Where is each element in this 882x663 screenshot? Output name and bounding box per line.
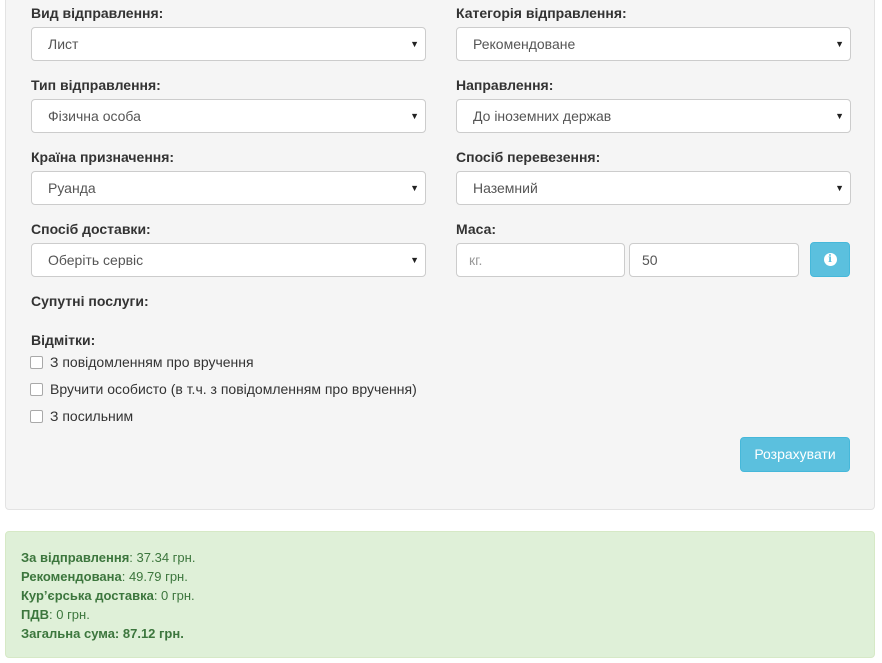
transport-method-select[interactable]: Наземний ▼: [456, 171, 851, 205]
shipment-category-label: Категорія відправлення:: [456, 5, 627, 21]
direction-value: До іноземних держав: [473, 108, 612, 124]
shipment-type-value: Лист: [48, 36, 79, 52]
courier-label: З посильним: [50, 408, 134, 424]
sender-type-select[interactable]: Фізична особа ▼: [31, 99, 426, 133]
destination-country-select[interactable]: Руанда ▼: [31, 171, 426, 205]
destination-country-label: Країна призначення:: [31, 149, 175, 165]
caret-down-icon: ▼: [835, 183, 844, 193]
shipment-category-select[interactable]: Рекомендоване ▼: [456, 27, 851, 61]
courier-checkbox[interactable]: [30, 409, 43, 423]
direction-select[interactable]: До іноземних держав ▼: [456, 99, 851, 133]
mark-option-personal-delivery[interactable]: Вручити особисто (в т.ч. з повідомленням…: [30, 381, 417, 397]
result-vat-line: ПДВ: 0 грн.: [21, 605, 859, 624]
transport-method-value: Наземний: [473, 180, 538, 196]
marks-label: Відмітки:: [31, 332, 96, 348]
mark-option-delivery-notice[interactable]: З повідомленням про вручення: [30, 354, 254, 370]
weight-unit-input[interactable]: [456, 243, 625, 277]
result-total: Загальна сума: 87.12 грн.: [21, 626, 184, 641]
result-registered-line: Рекомендована: 49.79 грн.: [21, 567, 859, 586]
result-value: : 0 грн.: [49, 607, 90, 622]
delivery-method-select[interactable]: Оберіть сервіс ▼: [31, 243, 426, 277]
result-total-line: Загальна сума: 87.12 грн.: [21, 624, 859, 643]
calculate-button[interactable]: Розрахувати: [740, 437, 850, 472]
calculator-form-panel: Вид відправлення: Лист ▼ Категорія відпр…: [5, 0, 875, 510]
weight-label: Маса:: [456, 221, 497, 237]
calculation-result-panel: За відправлення: 37.34 грн. Рекомендован…: [5, 531, 875, 658]
shipment-category-value: Рекомендоване: [473, 36, 576, 52]
delivery-notice-label: З повідомленням про вручення: [50, 354, 254, 370]
shipment-type-label: Вид відправлення:: [31, 5, 164, 21]
result-courier-line: Кур’єрська доставка: 0 грн.: [21, 586, 859, 605]
result-label: ПДВ: [21, 607, 49, 622]
mark-option-courier[interactable]: З посильним: [30, 408, 133, 424]
transport-method-label: Спосіб перевезення:: [456, 149, 601, 165]
personal-delivery-checkbox[interactable]: [30, 382, 43, 396]
caret-down-icon: ▼: [410, 183, 419, 193]
destination-country-value: Руанда: [48, 180, 96, 196]
result-label: За відправлення: [21, 550, 130, 565]
delivery-method-value: Оберіть сервіс: [48, 252, 144, 268]
result-value: : 0 грн.: [153, 588, 195, 603]
related-services-label: Супутні послуги:: [31, 293, 149, 309]
result-value: : 37.34 грн.: [129, 550, 196, 565]
caret-down-icon: ▼: [410, 111, 419, 121]
caret-down-icon: ▼: [410, 39, 419, 49]
delivery-method-label: Спосіб доставки:: [31, 221, 151, 237]
personal-delivery-label: Вручити особисто (в т.ч. з повідомленням…: [50, 381, 417, 397]
direction-label: Направлення:: [456, 77, 554, 93]
result-shipment-line: За відправлення: 37.34 грн.: [21, 548, 859, 567]
sender-type-label: Тип відправлення:: [31, 77, 161, 93]
delivery-notice-checkbox[interactable]: [30, 355, 43, 369]
info-circle-icon: i: [823, 253, 837, 266]
shipment-type-select[interactable]: Лист ▼: [31, 27, 426, 61]
result-label: Кур’єрська доставка: [21, 588, 154, 603]
caret-down-icon: ▼: [410, 255, 419, 265]
sender-type-value: Фізична особа: [48, 108, 141, 124]
weight-value-input[interactable]: [629, 243, 799, 277]
weight-info-button[interactable]: i: [810, 242, 850, 277]
caret-down-icon: ▼: [835, 39, 844, 49]
result-label: Рекомендована: [21, 569, 122, 584]
result-value: : 49.79 грн.: [121, 569, 188, 584]
caret-down-icon: ▼: [835, 111, 844, 121]
